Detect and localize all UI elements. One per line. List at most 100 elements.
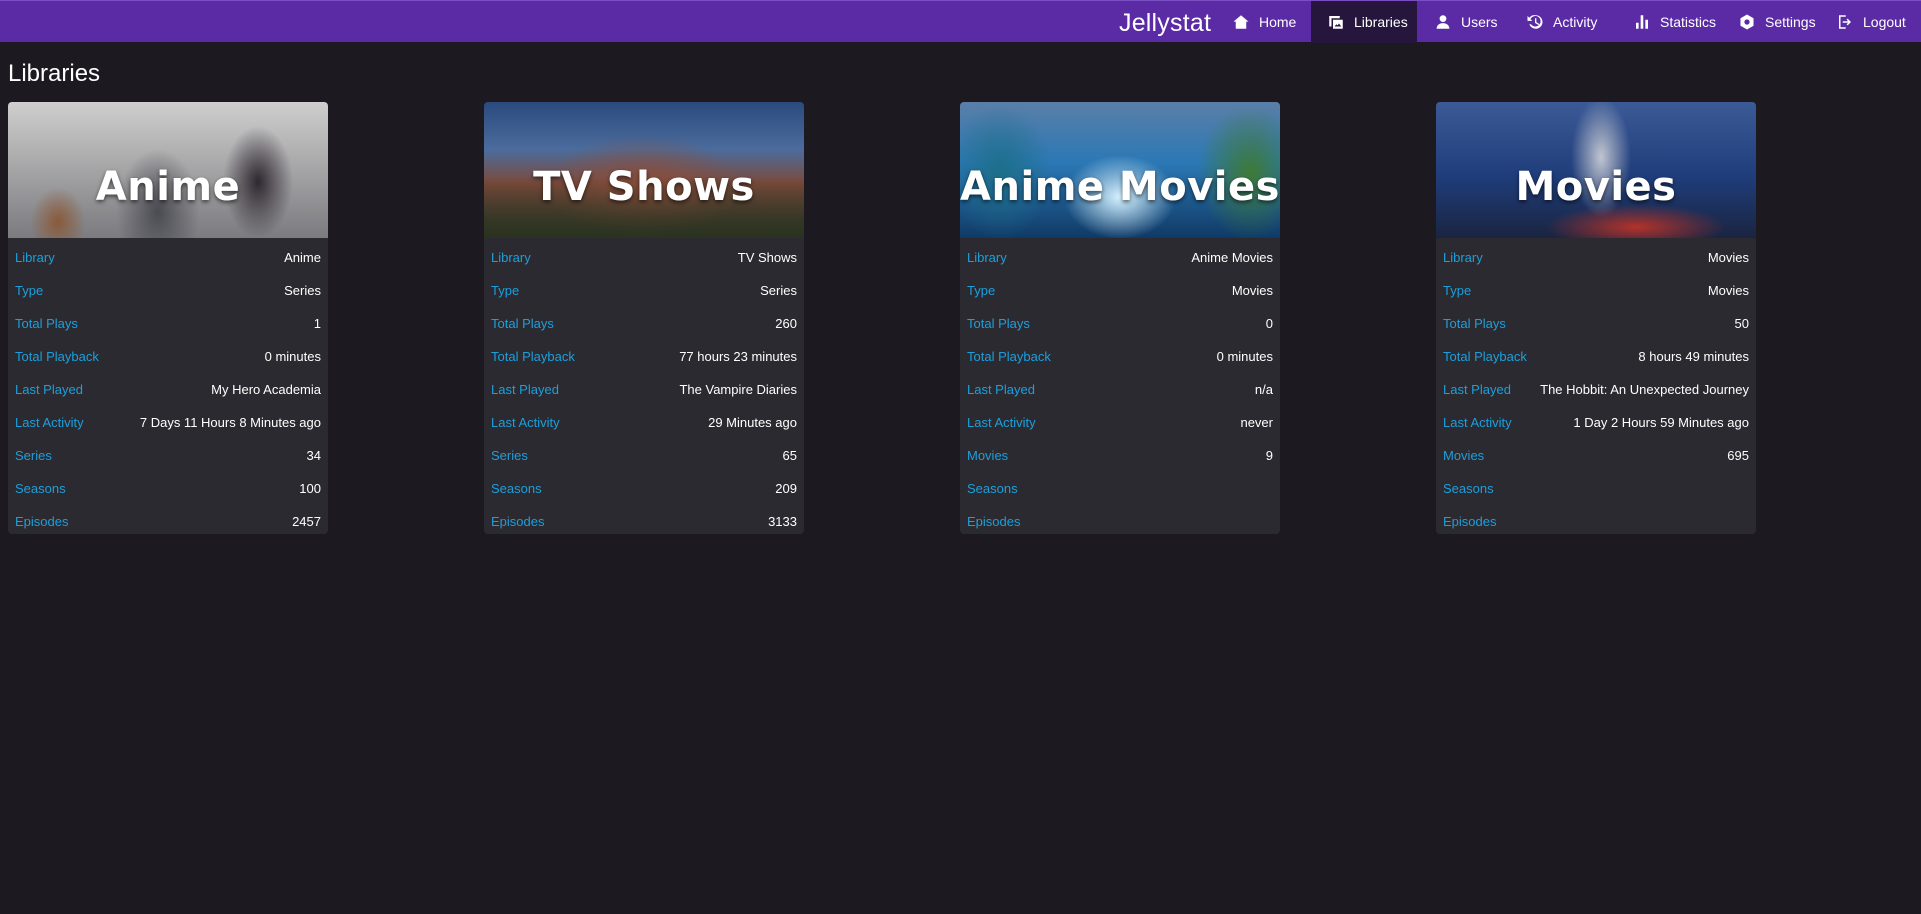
- library-banner-title: Anime Movies: [960, 164, 1280, 210]
- library-banner-title: Movies: [1515, 164, 1677, 210]
- nav-users-label: Users: [1461, 14, 1498, 30]
- library-banner[interactable]: Movies: [1436, 102, 1756, 238]
- bar-chart-icon: [1633, 13, 1651, 31]
- stat-value: 8 hours 49 minutes: [1638, 349, 1749, 364]
- stat-value: 29 Minutes ago: [708, 415, 797, 430]
- app-brand[interactable]: Jellystat: [1119, 9, 1211, 38]
- stat-label: Last Played: [15, 382, 83, 397]
- stat-row-library: Library TV Shows: [491, 241, 797, 274]
- nav-libraries[interactable]: Libraries: [1311, 1, 1417, 43]
- stat-label: Library: [967, 250, 1007, 265]
- library-stats: Library Anime Type Series Total Plays 1 Tot…: [8, 238, 328, 534]
- stat-label: Total Playback: [1443, 349, 1527, 364]
- library-card-tv-shows[interactable]: TV Shows Library TV Shows Type Series Tota…: [484, 102, 804, 534]
- stat-value: 34: [306, 448, 321, 463]
- stat-label: Episodes: [491, 514, 545, 529]
- library-banner[interactable]: Anime Movies: [960, 102, 1280, 238]
- library-stats: Library TV Shows Type Series Total Plays 26…: [484, 238, 804, 534]
- stat-value: Movies: [1707, 250, 1749, 265]
- stat-row-library: Library Anime Movies: [967, 241, 1273, 274]
- stat-value: 9: [1265, 448, 1273, 463]
- stat-value: The Hobbit: An Unexpected Journey: [1540, 382, 1749, 397]
- stat-value: Anime: [284, 250, 321, 265]
- stat-label: Type: [1443, 283, 1472, 298]
- stat-label: Movies: [967, 448, 1009, 463]
- nav-activity[interactable]: Activity: [1510, 1, 1617, 43]
- libraries-icon: [1327, 13, 1345, 31]
- stat-value: 0 minutes: [264, 349, 321, 364]
- stat-label: Library: [491, 250, 531, 265]
- stat-label: Library: [15, 250, 55, 265]
- history-icon: [1526, 13, 1544, 31]
- gear-icon: [1738, 13, 1756, 31]
- library-banner[interactable]: Anime: [8, 102, 328, 238]
- stat-label: Last Activity: [967, 415, 1036, 430]
- stat-label: Type: [967, 283, 996, 298]
- stat-row-seasons: Seasons 209: [491, 472, 797, 505]
- stat-row-last-played: Last Played The Vampire Diaries: [491, 373, 797, 406]
- nav-settings[interactable]: Settings: [1722, 1, 1830, 43]
- stat-row-episodes: Episodes 3133: [491, 505, 797, 534]
- stat-row-library: Library Movies: [1443, 241, 1749, 274]
- nav-home[interactable]: Home: [1216, 1, 1306, 43]
- stat-label: Episodes: [1443, 514, 1497, 529]
- stat-label: Type: [491, 283, 520, 298]
- top-navbar: Jellystat Home Libraries Users Activity …: [0, 0, 1921, 43]
- nav-libraries-label: Libraries: [1354, 14, 1408, 30]
- stat-value: 2457: [292, 514, 321, 529]
- library-card-movies[interactable]: Movies Library Movies Type Movies Total Pl…: [1436, 102, 1756, 534]
- stat-row-last-played: Last Played The Hobbit: An Unexpected Jou…: [1443, 373, 1749, 406]
- stat-label: Total Plays: [1443, 316, 1506, 331]
- stat-label: Total Playback: [491, 349, 575, 364]
- stat-label: Episodes: [967, 514, 1021, 529]
- stat-value: 3133: [768, 514, 797, 529]
- nav-statistics[interactable]: Statistics: [1617, 1, 1731, 43]
- stat-row-seasons: Seasons 100: [15, 472, 321, 505]
- stat-row-total-plays: Total Plays 1: [15, 307, 321, 340]
- stat-value: 260: [775, 316, 797, 331]
- stat-row-series: Series 65: [491, 439, 797, 472]
- library-banner[interactable]: TV Shows: [484, 102, 804, 238]
- stat-row-seasons: Seasons: [1443, 472, 1749, 505]
- library-banner-title: Anime: [95, 164, 241, 210]
- stat-row-total-playback: Total Playback 0 minutes: [967, 340, 1273, 373]
- nav-logout[interactable]: Logout: [1820, 1, 1921, 43]
- stat-label: Total Plays: [491, 316, 554, 331]
- stat-value: 50: [1734, 316, 1749, 331]
- stat-label: Seasons: [15, 481, 66, 496]
- stat-label: Last Activity: [1443, 415, 1512, 430]
- stat-label: Total Plays: [15, 316, 78, 331]
- stat-label: Episodes: [15, 514, 69, 529]
- stat-value: TV Shows: [737, 250, 797, 265]
- stat-value: The Vampire Diaries: [679, 382, 797, 397]
- stat-row-total-playback: Total Playback 0 minutes: [15, 340, 321, 373]
- library-card-anime-movies[interactable]: Anime Movies Library Anime Movies Type Mov…: [960, 102, 1280, 534]
- stat-label: Series: [15, 448, 52, 463]
- stat-label: Last Played: [491, 382, 559, 397]
- user-icon: [1434, 13, 1452, 31]
- stat-value: n/a: [1254, 382, 1273, 397]
- stat-label: Total Playback: [15, 349, 99, 364]
- nav-activity-label: Activity: [1553, 14, 1598, 30]
- stat-value: 0 minutes: [1216, 349, 1273, 364]
- stat-value: 100: [299, 481, 321, 496]
- library-stats: Library Movies Type Movies Total Plays 50 T…: [1436, 238, 1756, 534]
- stat-value: My Hero Academia: [211, 382, 321, 397]
- stat-row-library: Library Anime: [15, 241, 321, 274]
- stat-row-episodes: Episodes: [1443, 505, 1749, 534]
- stat-value: 209: [775, 481, 797, 496]
- stat-label: Seasons: [491, 481, 542, 496]
- home-icon: [1232, 13, 1250, 31]
- stat-label: Last Activity: [491, 415, 560, 430]
- stat-row-last-played: Last Played n/a: [967, 373, 1273, 406]
- stat-value: Anime Movies: [1191, 250, 1273, 265]
- stat-label: Type: [15, 283, 44, 298]
- stat-value: 695: [1727, 448, 1749, 463]
- nav-users[interactable]: Users: [1418, 1, 1510, 43]
- library-card-anime[interactable]: Anime Library Anime Type Series Total Play…: [8, 102, 328, 534]
- stat-row-total-playback: Total Playback 8 hours 49 minutes: [1443, 340, 1749, 373]
- stat-value: Series: [284, 283, 321, 298]
- library-stats: Library Anime Movies Type Movies Total Pla…: [960, 238, 1280, 534]
- stat-value: Series: [760, 283, 797, 298]
- stat-row-total-plays: Total Plays 50: [1443, 307, 1749, 340]
